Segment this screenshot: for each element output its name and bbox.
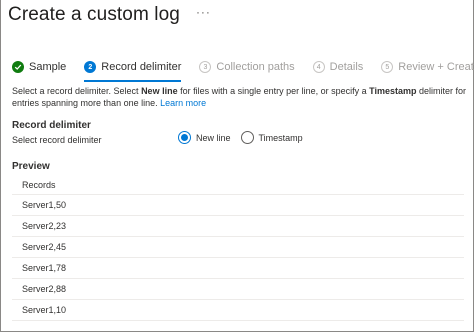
record-delimiter-label: Select record delimiter: [12, 135, 102, 145]
step-number-badge: 4: [312, 61, 325, 73]
step-label: Details: [329, 61, 364, 73]
step-sample[interactable]: Sample: [12, 58, 66, 76]
radio-indicator[interactable]: [240, 131, 254, 144]
step-record-delimiter[interactable]: 2 Record delimiter: [84, 58, 182, 82]
step-details[interactable]: 4 Details: [312, 58, 364, 76]
table-row: Server1,78: [12, 258, 464, 279]
radio-selected-indicator[interactable]: [178, 131, 191, 144]
wizard-steps: Sample 2 Record delimiter 3 Collection p…: [12, 58, 474, 82]
more-options-button[interactable]: ···: [196, 5, 211, 19]
table-row: Server2,88: [12, 279, 464, 300]
step-review-create[interactable]: 5 Review + Create: [381, 58, 474, 76]
step-label: Collection paths: [216, 61, 295, 73]
table-row: Server2,45: [12, 237, 464, 258]
page-header: Create a custom log ···: [8, 3, 211, 27]
learn-more-link[interactable]: Learn more: [160, 98, 206, 108]
page-title: Create a custom log: [8, 4, 180, 25]
preview-table: Records Server1,50 Server2,23 Server2,45…: [12, 175, 464, 321]
step-label: Record delimiter: [101, 61, 182, 73]
step-collection-paths[interactable]: 3 Collection paths: [199, 58, 295, 76]
radio-label: Timestamp: [258, 132, 303, 143]
step-number-badge: 3: [199, 61, 212, 73]
column-header-records: Records: [12, 175, 464, 195]
record-delimiter-radio-group: New line Timestamp: [178, 131, 313, 144]
table-row: Server1,50: [12, 195, 464, 216]
preview-heading: Preview: [12, 161, 50, 172]
record-delimiter-heading: Record delimiter: [12, 120, 91, 131]
step-number-badge: 5: [381, 61, 394, 73]
step-number-badge: 2: [84, 61, 97, 73]
checkmark-icon: [12, 61, 24, 73]
radio-timestamp[interactable]: Timestamp: [240, 131, 303, 144]
radio-new-line[interactable]: New line: [178, 131, 231, 144]
table-row: Server2,23: [12, 216, 464, 237]
step-label: Sample: [29, 61, 67, 73]
step-label: Review + Create: [398, 61, 474, 73]
radio-label: New line: [196, 132, 231, 143]
table-row: Server1,10: [12, 300, 464, 321]
delimiter-description: Select a record delimiter. Select New li…: [12, 86, 467, 108]
